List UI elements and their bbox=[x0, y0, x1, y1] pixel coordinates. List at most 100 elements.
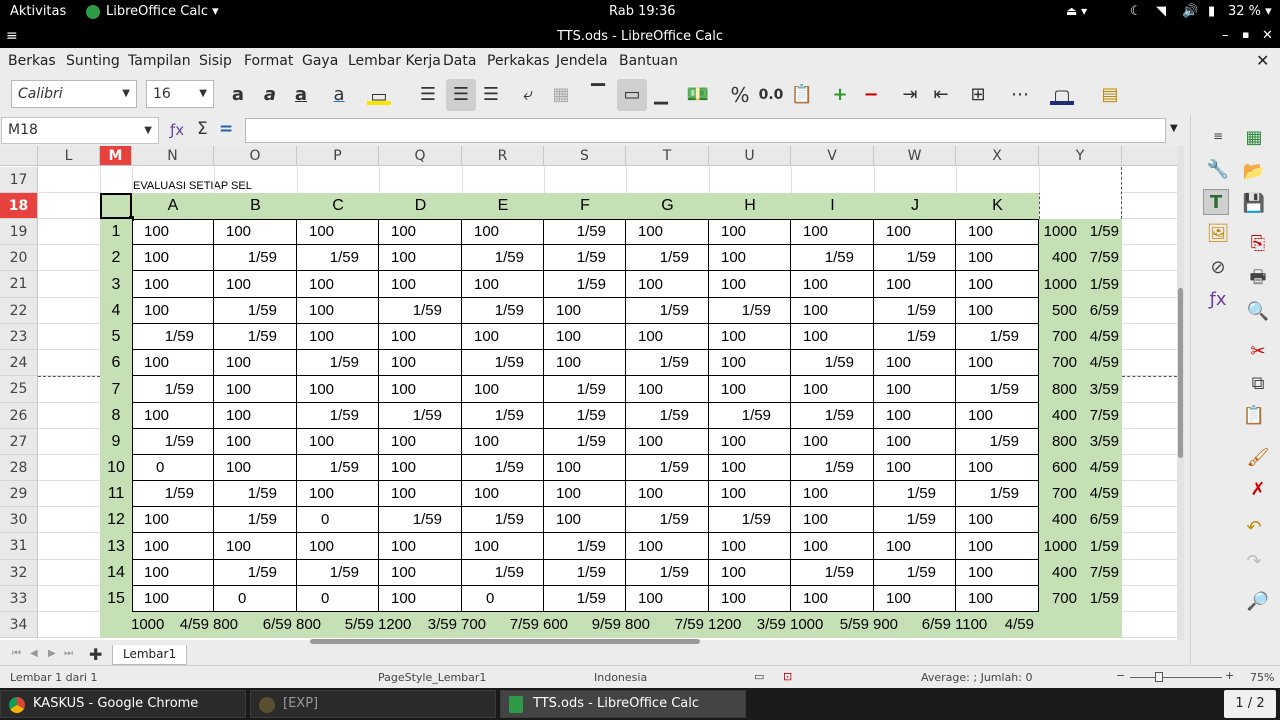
column-header-x[interactable]: X bbox=[956, 146, 1039, 166]
sidebar-menu-icon[interactable]: ≡ bbox=[1205, 123, 1231, 149]
merge-cells-icon[interactable]: ▦ bbox=[549, 83, 573, 107]
print-preview-icon[interactable]: 🔍 bbox=[1245, 299, 1271, 325]
cut-icon[interactable]: ✂ bbox=[1245, 339, 1271, 365]
menu-perkakas[interactable]: Perkakas bbox=[487, 53, 550, 69]
zoom-level[interactable]: 75% bbox=[1250, 671, 1274, 684]
row-header-26[interactable]: 26 bbox=[0, 403, 38, 429]
vertical-scroll-thumb[interactable] bbox=[1178, 288, 1183, 458]
minimize-icon[interactable]: – bbox=[1222, 28, 1229, 43]
menu-jendela[interactable]: Jendela bbox=[556, 53, 608, 69]
column-header-l[interactable]: L bbox=[38, 146, 100, 166]
eject-icon[interactable]: ⏏ ▾ bbox=[1066, 4, 1087, 18]
row-header-18[interactable]: 18 bbox=[0, 193, 38, 219]
name-box[interactable]: M18 ▼ bbox=[1, 117, 159, 144]
menu-bantuan[interactable]: Bantuan bbox=[619, 53, 678, 69]
align-left-icon[interactable]: ☰ bbox=[416, 83, 440, 107]
maximize-icon[interactable]: ▪ bbox=[1242, 28, 1249, 41]
column-header-p[interactable]: P bbox=[297, 146, 379, 166]
align-center-icon[interactable]: ☰ bbox=[446, 79, 476, 111]
add-decimal-icon[interactable]: + bbox=[828, 83, 852, 107]
wrap-text-icon[interactable]: ⤶ bbox=[516, 83, 540, 107]
export-pdf-icon[interactable]: ⎘ bbox=[1245, 231, 1271, 257]
task-exp[interactable]: [EXP] bbox=[250, 690, 496, 718]
column-header-o[interactable]: O bbox=[214, 146, 297, 166]
expand-formula-icon[interactable]: ▼ bbox=[1170, 123, 1178, 134]
column-header-s[interactable]: S bbox=[544, 146, 626, 166]
borders-icon[interactable]: ⊞ bbox=[966, 83, 990, 107]
zoom-in-icon[interactable]: + bbox=[1225, 669, 1234, 682]
find-replace-icon[interactable]: 🔎 bbox=[1245, 589, 1271, 615]
close-window-icon[interactable]: ✕ bbox=[1262, 28, 1273, 43]
align-bottom-icon[interactable]: ▁ bbox=[649, 83, 673, 107]
close-document-icon[interactable]: ✕ bbox=[1256, 51, 1269, 70]
select-all-corner[interactable] bbox=[0, 146, 38, 166]
add-sheet-icon[interactable]: ✚ bbox=[89, 645, 102, 664]
column-header-y[interactable]: Y bbox=[1039, 146, 1122, 166]
page-style[interactable]: PageStyle_Lembar1 bbox=[378, 671, 486, 684]
activities-button[interactable]: Aktivitas bbox=[10, 4, 66, 19]
horizontal-scroll-thumb[interactable] bbox=[310, 639, 700, 644]
column-header-m[interactable]: M bbox=[100, 146, 132, 166]
column-header-r[interactable]: R bbox=[462, 146, 544, 166]
spreadsheet-grid[interactable]: LMNOPQRSTUVWXY 17 18 19 20 21 22 23 24 25 26 27 28 2… bbox=[0, 146, 1184, 640]
row-header-28[interactable]: 28 bbox=[0, 455, 38, 481]
print-icon[interactable]: 🖶 bbox=[1245, 265, 1271, 291]
formula-input[interactable] bbox=[245, 118, 1166, 143]
highlight-color-icon[interactable]: ▭ bbox=[367, 85, 391, 107]
next-sheet-icon[interactable]: ▶ bbox=[48, 648, 56, 659]
font-size-box[interactable]: 16 ▼ bbox=[146, 80, 214, 108]
last-sheet-icon[interactable]: ⏭ bbox=[64, 648, 73, 659]
styles-icon[interactable]: T bbox=[1203, 189, 1229, 215]
column-header-q[interactable]: Q bbox=[379, 146, 462, 166]
row-header-34[interactable]: 34 bbox=[0, 612, 38, 638]
menu-sisip[interactable]: Sisip bbox=[199, 53, 232, 69]
row-header-33[interactable]: 33 bbox=[0, 586, 38, 612]
row-header-17[interactable]: 17 bbox=[0, 167, 38, 193]
row-header-22[interactable]: 22 bbox=[0, 298, 38, 324]
font-name-box[interactable]: Calibri ▼ bbox=[11, 80, 137, 108]
font-color-icon[interactable]: a bbox=[327, 83, 351, 107]
center-vertically-icon[interactable]: ▭ bbox=[617, 79, 647, 111]
row-header-24[interactable]: 24 bbox=[0, 350, 38, 376]
menu-gaya[interactable]: Gaya bbox=[302, 53, 338, 69]
menu-lembar-kerja[interactable]: Lembar Kerja bbox=[348, 53, 441, 69]
vertical-scrollbar[interactable] bbox=[1177, 146, 1184, 640]
menu-data[interactable]: Data bbox=[443, 53, 476, 69]
currency-format-icon[interactable]: 💵 bbox=[686, 83, 710, 107]
column-header-w[interactable]: W bbox=[874, 146, 956, 166]
menu-berkas[interactable]: Berkas bbox=[8, 53, 56, 69]
task-libreoffice[interactable]: TTS.ods - LibreOffice Calc bbox=[500, 690, 746, 718]
battery-level[interactable]: 32 % ▾ bbox=[1228, 4, 1272, 19]
conditional-format-icon[interactable]: ▤ bbox=[1098, 83, 1122, 107]
open-icon[interactable]: 📂 bbox=[1241, 159, 1267, 185]
menu-sunting[interactable]: Sunting bbox=[66, 53, 120, 69]
underline-icon[interactable]: a bbox=[289, 83, 313, 107]
save-icon[interactable]: 💾 bbox=[1241, 191, 1267, 217]
column-header-n[interactable]: N bbox=[132, 146, 214, 166]
selected-cell-m18[interactable] bbox=[100, 193, 132, 219]
clone-formatting-icon[interactable]: 🖌 bbox=[1245, 445, 1271, 471]
decrease-indent-icon[interactable]: ⇤ bbox=[929, 83, 953, 107]
copy-icon[interactable]: ⧉ bbox=[1245, 371, 1271, 397]
row-header-32[interactable]: 32 bbox=[0, 560, 38, 586]
increase-indent-icon[interactable]: ⇥ bbox=[898, 83, 922, 107]
row-header-25[interactable]: 25 bbox=[0, 376, 38, 403]
sum-icon[interactable]: Σ bbox=[197, 119, 208, 139]
column-header-u[interactable]: U bbox=[709, 146, 791, 166]
zoom-slider[interactable] bbox=[1130, 677, 1222, 678]
row-header-19[interactable]: 19 bbox=[0, 219, 38, 245]
first-sheet-icon[interactable]: ⏮ bbox=[12, 648, 21, 659]
border-style-icon[interactable]: ⋯ bbox=[1008, 83, 1032, 107]
row-header-23[interactable]: 23 bbox=[0, 324, 38, 350]
functions-icon[interactable]: ƒx bbox=[1205, 287, 1231, 313]
menu-format[interactable]: Format bbox=[244, 53, 293, 69]
align-right-icon[interactable]: ☰ bbox=[479, 83, 503, 107]
language-indicator[interactable]: Indonesia bbox=[594, 671, 647, 684]
workspace-switcher[interactable]: 1 / 2 bbox=[1224, 690, 1276, 718]
decimal-format-icon[interactable]: 0.0 bbox=[757, 83, 785, 107]
paste-icon[interactable]: 📋 bbox=[1241, 403, 1267, 429]
clear-formatting-icon[interactable]: ✗ bbox=[1245, 477, 1271, 503]
italic-icon[interactable]: a bbox=[258, 83, 282, 107]
task-chrome[interactable]: KASKUS - Google Chrome bbox=[0, 690, 246, 718]
sum-summary[interactable]: Average: ; Jumlah: 0 bbox=[921, 671, 1032, 684]
